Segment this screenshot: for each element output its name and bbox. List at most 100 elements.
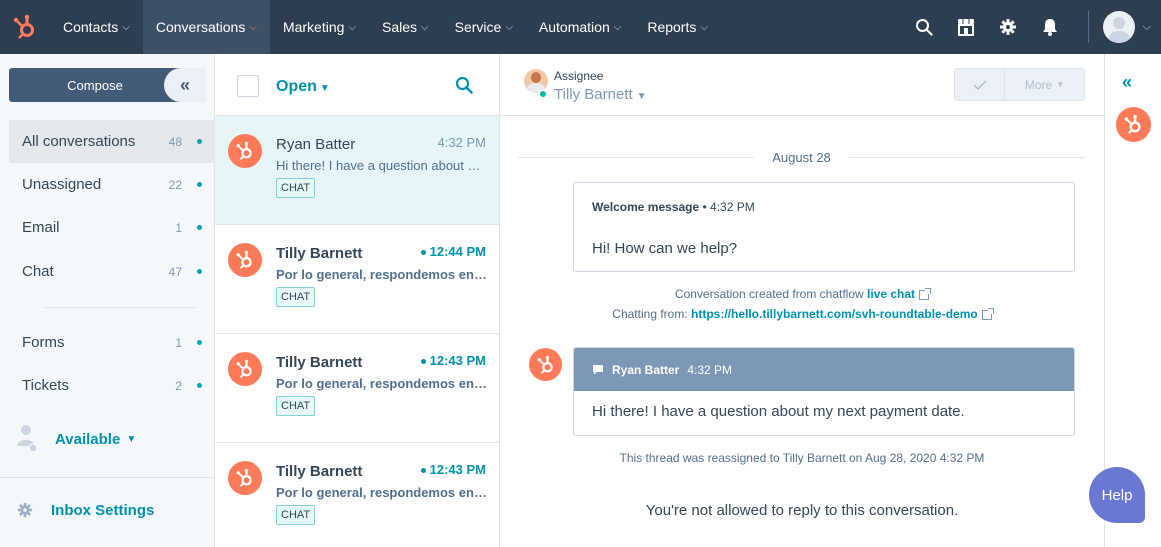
nav-reports[interactable]: Reports ⌵ <box>634 0 721 54</box>
availability-label: Available <box>55 430 121 448</box>
hubspot-sprocket-icon <box>228 243 262 277</box>
chat-page-url-link[interactable]: https://hello.tillybarnett.com/svh-round… <box>691 307 978 321</box>
sidebar-item-email[interactable]: Email 1 <box>9 206 215 249</box>
sidebar-item-forms[interactable]: Forms 1 <box>9 321 215 364</box>
status-filter-label: Open <box>276 78 317 95</box>
conversation-item[interactable]: Tilly Barnett 12:43 PM Por lo general, r… <box>215 334 499 443</box>
conversation-contact-name: Ryan Batter <box>276 136 356 153</box>
nav-marketing[interactable]: Marketing ⌵ <box>270 0 369 54</box>
unread-dot-icon <box>197 225 202 230</box>
sidebar-item-chat[interactable]: Chat 47 <box>9 250 215 293</box>
compose-button[interactable]: Compose <box>9 68 181 102</box>
nav-contacts-label: Contacts <box>63 19 119 35</box>
sidebar-item-count: 1 <box>175 220 182 235</box>
chatting-from-text: Chatting from: <box>612 307 688 321</box>
nav-divider <box>1087 11 1089 43</box>
conversation-thread: Assignee Tilly Barnett ▼ More ▼ August 28 … <box>500 54 1104 547</box>
sidebar-item-count: 1 <box>175 335 182 350</box>
conversation-time: 12:43 PM <box>420 462 486 477</box>
assignee-name: Tilly Barnett <box>554 86 633 103</box>
inbox-settings-link[interactable]: Inbox Settings <box>17 495 154 525</box>
nav-sales[interactable]: Sales ⌵ <box>369 0 442 54</box>
more-actions-label: More <box>1024 77 1053 92</box>
nav-automation[interactable]: Automation ⌵ <box>526 0 634 54</box>
conversation-contact-name: Tilly Barnett <box>276 463 363 480</box>
chevron-down-icon: ⌵ <box>348 21 356 33</box>
assignee-dropdown[interactable]: Tilly Barnett ▼ <box>554 86 647 103</box>
chevron-down-icon: ⌵ <box>421 21 429 33</box>
unread-dot-icon <box>197 182 202 187</box>
sidebar-item-count: 2 <box>175 378 182 393</box>
nav-conversations[interactable]: Conversations ⌵ <box>142 0 270 54</box>
caret-down-icon: ▼ <box>1056 80 1065 89</box>
sidebar-item-label: Forms <box>22 334 65 351</box>
search-icon[interactable] <box>904 0 944 54</box>
search-icon[interactable] <box>455 76 473 97</box>
no-reply-notice: You're not allowed to reply to this conv… <box>645 502 959 519</box>
hubspot-logo[interactable] <box>0 0 50 54</box>
compose-group: Compose « <box>9 68 207 102</box>
channel-tag: CHAT <box>276 396 316 416</box>
sidebar-item-label: Chat <box>22 263 54 280</box>
chevron-down-icon: ⌵ <box>249 21 257 33</box>
hubspot-sprocket-icon[interactable] <box>1116 107 1151 142</box>
nav-reports-label: Reports <box>647 19 697 35</box>
assignee-label: Assignee <box>554 69 604 83</box>
notifications-bell-icon[interactable] <box>1030 0 1070 54</box>
hubspot-sprocket-icon <box>228 134 262 168</box>
channel-tag: CHAT <box>276 505 316 525</box>
date-separator-line <box>518 156 755 158</box>
caret-down-icon: ▼ <box>126 433 137 445</box>
hubspot-sprocket-icon <box>228 352 262 386</box>
sidebar-item-label: Tickets <box>22 377 69 394</box>
settings-gear-icon[interactable] <box>988 0 1028 54</box>
chevron-down-icon: ⌵ <box>613 21 622 33</box>
conversation-time-text: 12:44 PM <box>429 244 486 259</box>
conversation-item[interactable]: Tilly Barnett 12:44 PM Por lo general, r… <box>215 225 499 334</box>
sidebar-item-count: 47 <box>168 264 182 279</box>
sidebar-item-tickets[interactable]: Tickets 2 <box>9 364 215 407</box>
select-all-checkbox[interactable] <box>237 75 259 97</box>
close-conversation-button[interactable] <box>955 69 1005 100</box>
user-avatar[interactable] <box>1102 11 1135 43</box>
collapse-sidebar-icon[interactable]: « <box>164 68 206 102</box>
conversation-time: 12:43 PM <box>420 353 486 368</box>
nav-marketing-label: Marketing <box>282 19 345 35</box>
help-button[interactable]: Help <box>1089 467 1145 523</box>
more-actions-dropdown[interactable]: More ▼ <box>1005 69 1084 100</box>
thread-header: Assignee Tilly Barnett ▼ More ▼ <box>500 54 1104 116</box>
settings-gear-icon <box>17 502 33 518</box>
welcome-message-card: Welcome message • 4:32 PM Hi! How can we… <box>573 182 1075 272</box>
unread-dot-icon <box>197 269 202 274</box>
welcome-message-header: Welcome message • 4:32 PM <box>592 200 755 214</box>
conversation-contact-name: Tilly Barnett <box>276 354 363 371</box>
nav-contacts[interactable]: Contacts ⌵ <box>50 0 143 54</box>
hubspot-sprocket-icon <box>529 348 562 381</box>
nav-service[interactable]: Service ⌵ <box>442 0 526 54</box>
conversation-preview: Hi there! I have a question about my nex… <box>276 158 490 173</box>
date-separator-line <box>848 156 1086 158</box>
nav-automation-label: Automation <box>538 19 610 35</box>
nav-conversations-label: Conversations <box>155 19 246 35</box>
availability-toggle[interactable]: Available ▼ <box>17 424 136 454</box>
caret-down-icon: ▼ <box>319 83 330 94</box>
status-filter-dropdown[interactable]: Open ▼ <box>276 78 330 96</box>
reassignment-notice: This thread was reassigned to Tilly Barn… <box>619 451 985 465</box>
expand-panel-icon[interactable]: « <box>1122 72 1132 93</box>
date-separator: August 28 <box>518 149 1086 165</box>
live-chat-link[interactable]: live chat <box>867 287 915 301</box>
sidebar-divider <box>0 477 214 478</box>
marketplace-icon[interactable] <box>946 0 986 54</box>
conversation-item[interactable]: Tilly Barnett 12:43 PM Por lo general, r… <box>215 443 499 547</box>
caret-down-icon: ▼ <box>636 91 647 102</box>
chevron-down-icon: ⌵ <box>505 21 513 33</box>
chevron-down-icon[interactable]: ⌵ <box>1143 21 1151 34</box>
unread-dot-icon <box>197 340 202 345</box>
sidebar-item-unassigned[interactable]: Unassigned 22 <box>9 163 215 206</box>
sidebar-item-all-conversations[interactable]: All conversations 48 <box>9 120 215 163</box>
conversation-item[interactable]: Ryan Batter 4:32 PM Hi there! I have a q… <box>215 116 499 225</box>
unread-dot-icon <box>197 139 202 144</box>
conversation-list: Open ▼ Ryan Batter 4:32 PM Hi there! I ha… <box>215 54 500 547</box>
top-navigation-bar: Contacts ⌵ Conversations ⌵ Marketing ⌵ Sale… <box>0 0 1161 54</box>
online-status-icon <box>539 90 547 98</box>
